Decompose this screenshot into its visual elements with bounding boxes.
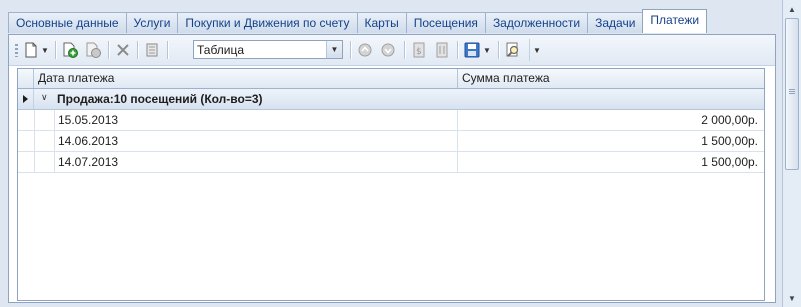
column-header-date[interactable]: Дата платежа [34, 69, 458, 88]
export-icon: $ [413, 42, 425, 58]
svg-text:$: $ [416, 47, 422, 57]
cell-date[interactable]: 14.07.2013 [54, 152, 458, 172]
scrollbar-thumb[interactable] [785, 18, 799, 170]
view-select-value: Таблица [197, 43, 245, 57]
current-row-arrow-icon [23, 95, 28, 103]
new-document-dropdown[interactable]: ▼ [40, 41, 50, 59]
header-indicator [18, 69, 34, 88]
cell-date[interactable]: 15.05.2013 [54, 110, 458, 130]
toolbar-grip[interactable] [15, 44, 18, 57]
tab-visits[interactable]: Посещения [405, 12, 486, 33]
toolbar-separator [350, 41, 351, 59]
tab-cards[interactable]: Карты [356, 12, 407, 33]
save-dropdown[interactable]: ▼ [482, 41, 492, 59]
cell-amount[interactable]: 1 500,00р. [458, 131, 764, 151]
tab-services[interactable]: Услуги [125, 12, 179, 33]
view-select[interactable]: Таблица ▼ [193, 40, 343, 59]
copy-icon [86, 42, 101, 58]
tab-main-data[interactable]: Основные данные [8, 12, 127, 33]
tab-payments[interactable]: Платежи [642, 9, 708, 33]
search-button[interactable] [504, 41, 522, 59]
overflow-button[interactable]: ▼ [529, 39, 544, 61]
vertical-scrollbar[interactable]: ▲ ▼ [782, 0, 801, 307]
grid-header: Дата платежа Сумма платежа [18, 69, 764, 89]
table-row[interactable]: 14.06.2013 1 500,00р. [18, 131, 764, 152]
toolbar-separator [457, 41, 458, 59]
table-row[interactable]: 14.07.2013 1 500,00р. [18, 152, 764, 173]
move-down-button[interactable] [379, 41, 397, 59]
import-icon [436, 42, 448, 58]
delete-icon [117, 44, 129, 56]
move-down-icon [381, 43, 395, 57]
cell-amount[interactable]: 2 000,00р. [458, 110, 764, 130]
toolbar: ▼ Таблица ▼ $ ▼ ▼ [9, 35, 775, 66]
table-row[interactable]: 15.05.2013 2 000,00р. [18, 110, 764, 131]
toolbar-separator [137, 41, 138, 59]
tab-content: ▼ Таблица ▼ $ ▼ ▼ Дата платежа Сумма пла… [8, 34, 776, 303]
tab-debts[interactable]: Задолженности [484, 12, 589, 33]
cell-date[interactable]: 14.06.2013 [54, 131, 458, 151]
tab-purchases[interactable]: Покупки и Движения по счету [177, 12, 358, 33]
toolbar-separator [167, 41, 168, 59]
payments-grid: Дата платежа Сумма платежа ∨ Продажа:10 … [17, 68, 765, 301]
save-button[interactable] [463, 41, 481, 59]
move-up-icon [358, 43, 372, 57]
chevron-down-icon[interactable]: ∨ [41, 92, 48, 103]
cell-amount[interactable]: 1 500,00р. [458, 152, 764, 172]
scroll-up-icon[interactable]: ▲ [784, 1, 800, 17]
group-row[interactable]: ∨ Продажа:10 посещений (Кол-во=3) [18, 89, 764, 110]
add-button[interactable] [61, 41, 79, 59]
new-document-icon [25, 42, 37, 58]
delete-button[interactable] [114, 41, 132, 59]
print-icon [146, 43, 158, 57]
scroll-down-icon[interactable]: ▼ [784, 290, 800, 306]
row-indicator [18, 89, 34, 109]
add-icon [63, 42, 78, 58]
export-button[interactable]: $ [410, 41, 428, 59]
print-button[interactable] [143, 41, 161, 59]
import-button[interactable] [433, 41, 451, 59]
toolbar-separator [498, 41, 499, 59]
toolbar-separator [55, 41, 56, 59]
payments-panel: Основные данные Услуги Покупки и Движени… [0, 0, 782, 307]
tab-strip: Основные данные Услуги Покупки и Движени… [8, 9, 708, 34]
search-icon [506, 42, 519, 57]
new-document-button[interactable] [23, 41, 39, 59]
group-title: Продажа:10 посещений (Кол-во=3) [57, 92, 263, 106]
tab-tasks[interactable]: Задачи [587, 12, 644, 33]
column-header-amount[interactable]: Сумма платежа [458, 69, 764, 88]
toolbar-separator [108, 41, 109, 59]
save-icon [464, 42, 480, 58]
move-up-button[interactable] [356, 41, 374, 59]
toolbar-separator [404, 41, 405, 59]
chevron-down-icon[interactable]: ▼ [326, 41, 342, 58]
copy-button[interactable] [84, 41, 102, 59]
